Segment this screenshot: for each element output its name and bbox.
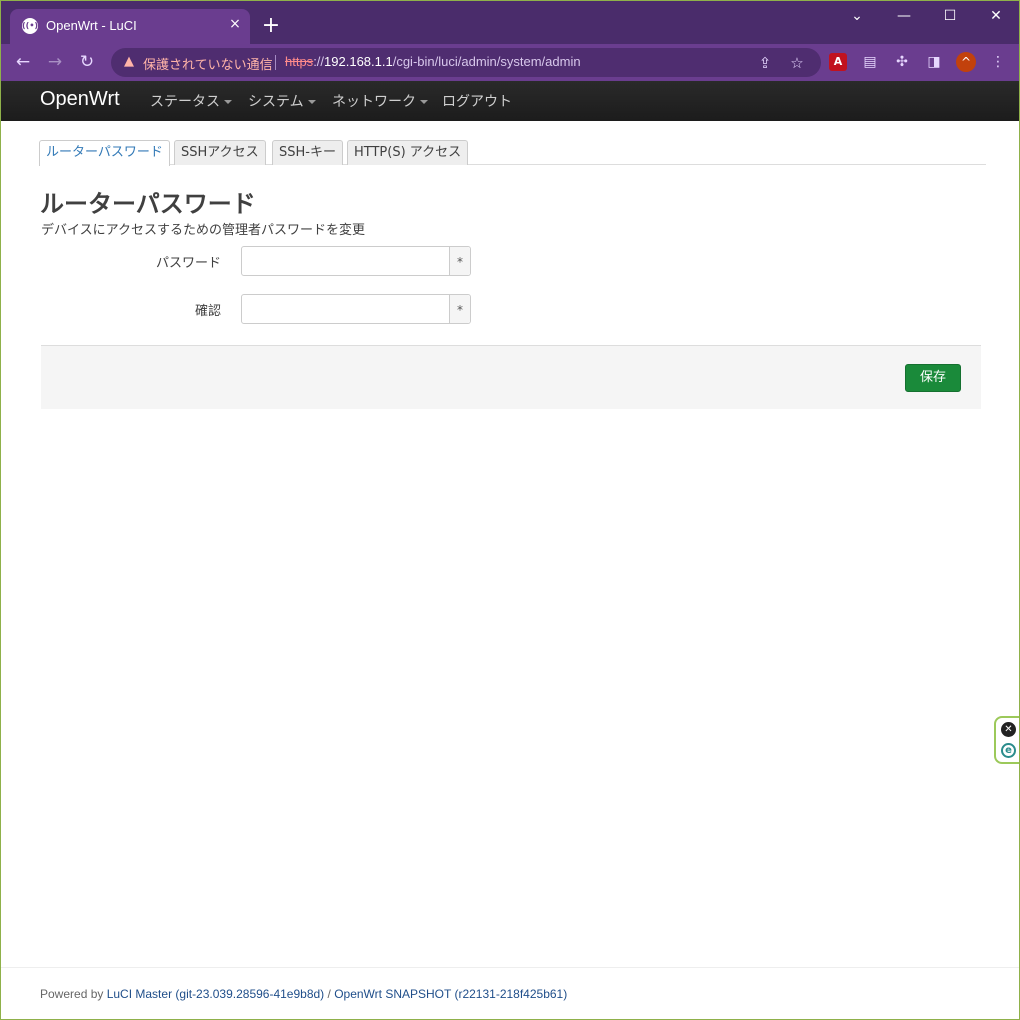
tab-close-icon[interactable]: × <box>226 15 244 33</box>
powered-by-label: Powered by <box>40 987 107 1001</box>
menu-system[interactable]: システム <box>248 91 316 111</box>
reader-extension-icon[interactable]: ▤ <box>860 52 880 72</box>
confirm-label: 確認 <box>194 304 221 319</box>
tab-https-access[interactable]: HTTP(S) アクセス <box>347 140 469 165</box>
confirm-field: * <box>241 294 471 324</box>
side-floating-widget: ✕ e <box>994 716 1019 764</box>
extension-e-icon[interactable]: e <box>1001 743 1016 758</box>
browser-tabstrip: ((•)) OpenWrt - LuCI × + ⌄ — ☐ ✕ <box>1 1 1019 44</box>
minimize-button[interactable]: — <box>890 5 918 27</box>
menu-logout[interactable]: ログアウト <box>442 91 512 111</box>
page-footer: Powered by LuCI Master (git-23.039.28596… <box>1 967 1019 1019</box>
address-bar[interactable]: ▲ 保護されていない通信 https://192.168.1.1/cgi-bin… <box>111 48 821 77</box>
openwrt-favicon-icon: ((•)) <box>22 18 42 34</box>
reveal-confirm-button[interactable]: * <box>449 295 470 323</box>
password-input[interactable] <box>242 247 449 275</box>
tab-title: OpenWrt - LuCI <box>46 18 137 33</box>
window-close-button[interactable]: ✕ <box>982 5 1010 27</box>
url-separator: :// <box>313 54 325 69</box>
save-button[interactable]: 保存 <box>905 364 961 392</box>
close-circle-icon[interactable]: ✕ <box>1001 722 1016 737</box>
new-tab-button[interactable]: + <box>259 15 283 39</box>
tab-ssh-access[interactable]: SSHアクセス <box>174 140 266 165</box>
caret-down-icon <box>307 100 316 104</box>
menu-network-label: ネットワーク <box>332 94 416 110</box>
menu-status[interactable]: ステータス <box>150 91 232 111</box>
profile-avatar-icon[interactable]: ^ <box>956 52 976 72</box>
reveal-password-button[interactable]: * <box>449 247 470 275</box>
url-host: 192.168.1.1 <box>324 54 393 69</box>
browser-window: ((•)) OpenWrt - LuCI × + ⌄ — ☐ ✕ ← → ↻ ▲… <box>1 1 1019 1019</box>
luci-version-link[interactable]: LuCI Master (git-23.039.28596-41e9b8d) <box>107 987 324 1001</box>
share-icon[interactable]: ⇪ <box>755 53 775 73</box>
browser-tab[interactable]: ((•)) OpenWrt - LuCI × <box>10 9 250 44</box>
maximize-button[interactable]: ☐ <box>936 5 964 27</box>
cbi-tabmenu: ルーターパスワード SSHアクセス SSH-キー HTTP(S) アクセス <box>39 140 986 166</box>
url-path: /cgi-bin/luci/admin/system/admin <box>392 54 581 69</box>
openwrt-version-link[interactable]: OpenWrt SNAPSHOT (r22131-218f425b61) <box>334 987 567 1001</box>
forward-arrow-icon[interactable]: → <box>42 50 68 74</box>
side-panel-icon[interactable]: ◨ <box>924 52 944 72</box>
url-text[interactable]: https://192.168.1.1/cgi-bin/luci/admin/s… <box>285 54 581 69</box>
password-label: パスワード <box>155 256 221 271</box>
url-scheme: https <box>285 54 314 69</box>
confirm-input[interactable] <box>242 295 449 323</box>
caret-down-icon <box>224 100 232 104</box>
omnibox-divider <box>275 55 276 70</box>
tab-ssh-keys[interactable]: SSH-キー <box>272 140 343 165</box>
cbi-page-actions: 保存 <box>41 345 981 409</box>
reload-icon[interactable]: ↻ <box>74 50 100 74</box>
browser-toolbar: ← → ↻ ▲ 保護されていない通信 https://192.168.1.1/c… <box>1 44 1019 81</box>
caret-down-icon <box>420 100 428 104</box>
tab-router-password[interactable]: ルーターパスワード <box>39 140 170 166</box>
menu-system-label: システム <box>248 94 304 110</box>
tab-search-chevron-icon[interactable]: ⌄ <box>843 5 871 27</box>
menu-network[interactable]: ネットワーク <box>332 91 428 111</box>
luci-header: OpenWrt ステータス システム ネットワーク ログアウト <box>1 81 1019 121</box>
page-title: ルーターパスワード <box>40 190 256 218</box>
password-field: * <box>241 246 471 276</box>
pdf-extension-icon[interactable]: A <box>829 53 847 71</box>
footer-separator: / <box>324 987 335 1001</box>
security-warning-label[interactable]: 保護されていない通信 <box>143 54 273 73</box>
extensions-puzzle-icon[interactable]: ✣ <box>892 52 912 72</box>
bookmark-star-icon[interactable]: ☆ <box>787 53 807 73</box>
page-description: デバイスにアクセスするための管理者パスワードを変更 <box>41 223 365 238</box>
browser-menu-icon[interactable]: ⋮ <box>988 52 1008 72</box>
back-arrow-icon[interactable]: ← <box>10 50 36 74</box>
menu-status-label: ステータス <box>150 94 220 110</box>
warning-triangle-icon[interactable]: ▲ <box>121 54 137 70</box>
openwrt-brand-link[interactable]: OpenWrt <box>40 88 120 111</box>
footer-text: Powered by LuCI Master (git-23.039.28596… <box>40 987 567 1001</box>
